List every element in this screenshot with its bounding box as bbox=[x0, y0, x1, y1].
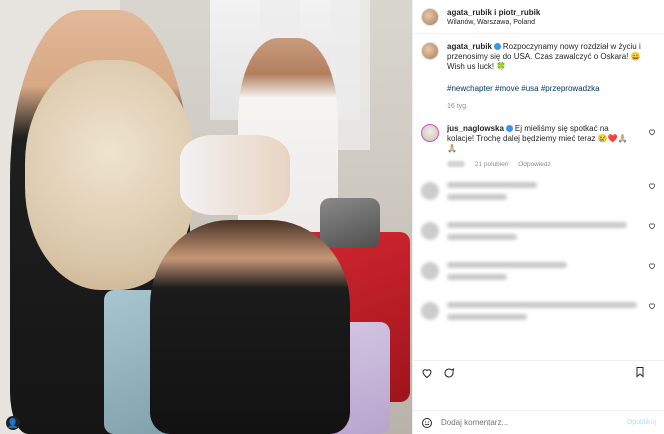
user-tag-icon[interactable]: 👤 bbox=[6, 416, 20, 430]
comment-avatar bbox=[421, 182, 439, 200]
emoji-icon[interactable] bbox=[421, 417, 433, 429]
bookmark-icon[interactable] bbox=[634, 366, 646, 378]
comment-avatar bbox=[421, 262, 439, 280]
comment-item-blurred bbox=[413, 294, 664, 334]
comment-like-heart-icon[interactable] bbox=[648, 182, 656, 190]
comment-username[interactable]: jus_naglowska bbox=[447, 124, 504, 133]
comment-input[interactable] bbox=[441, 418, 627, 427]
post-header: agata_rubik i piotr_rubik Wilanów, Warsz… bbox=[413, 0, 664, 34]
comment-item: jus_naglowska Ej mieliśmy się spotkać na … bbox=[413, 120, 664, 174]
account-name-link[interactable]: agata_rubik i piotr_rubik bbox=[447, 8, 540, 17]
like-heart-icon[interactable] bbox=[421, 367, 433, 379]
location-link[interactable]: Wilanów, Warszawa, Poland bbox=[447, 19, 540, 26]
comment-avatar[interactable] bbox=[421, 124, 439, 142]
comment-avatar bbox=[421, 222, 439, 240]
comment-age-blurred bbox=[447, 161, 465, 168]
account-avatar[interactable] bbox=[421, 7, 439, 26]
caption-username[interactable]: agata_rubik bbox=[447, 42, 492, 51]
caption-avatar[interactable] bbox=[421, 42, 439, 60]
verified-badge-icon bbox=[505, 125, 513, 133]
comment-avatar bbox=[421, 302, 439, 320]
post-side-panel: agata_rubik i piotr_rubik Wilanów, Warsz… bbox=[412, 0, 664, 434]
comment-likes[interactable]: 21 polubień bbox=[475, 161, 509, 168]
caption-age: 16 tyg. bbox=[447, 103, 469, 110]
caption-hashtags[interactable]: #newchapter #move #usa #przeprowadzka bbox=[447, 84, 656, 94]
reply-button[interactable]: Odpowiedz bbox=[518, 161, 551, 168]
comment-item-blurred bbox=[413, 174, 664, 214]
caption: agata_rubik Rozpoczynamy nowy rozdział w … bbox=[413, 34, 664, 120]
post-photo[interactable]: 👤 bbox=[0, 0, 412, 434]
post-actions bbox=[413, 360, 664, 384]
comment-like-heart-icon[interactable] bbox=[648, 128, 656, 136]
comment-item-blurred bbox=[413, 214, 664, 254]
comment-like-heart-icon[interactable] bbox=[648, 262, 656, 270]
person-man bbox=[150, 220, 350, 434]
verified-badge-icon bbox=[493, 43, 501, 51]
comment-bubble-icon[interactable] bbox=[443, 367, 455, 379]
person-child bbox=[180, 135, 290, 215]
grey-suitcase bbox=[320, 198, 380, 248]
add-comment-bar: Opublikuj bbox=[413, 410, 664, 434]
comment-like-heart-icon[interactable] bbox=[648, 302, 656, 310]
comment-item-blurred bbox=[413, 254, 664, 294]
post-comment-button[interactable]: Opublikuj bbox=[627, 419, 656, 426]
comment-like-heart-icon[interactable] bbox=[648, 222, 656, 230]
